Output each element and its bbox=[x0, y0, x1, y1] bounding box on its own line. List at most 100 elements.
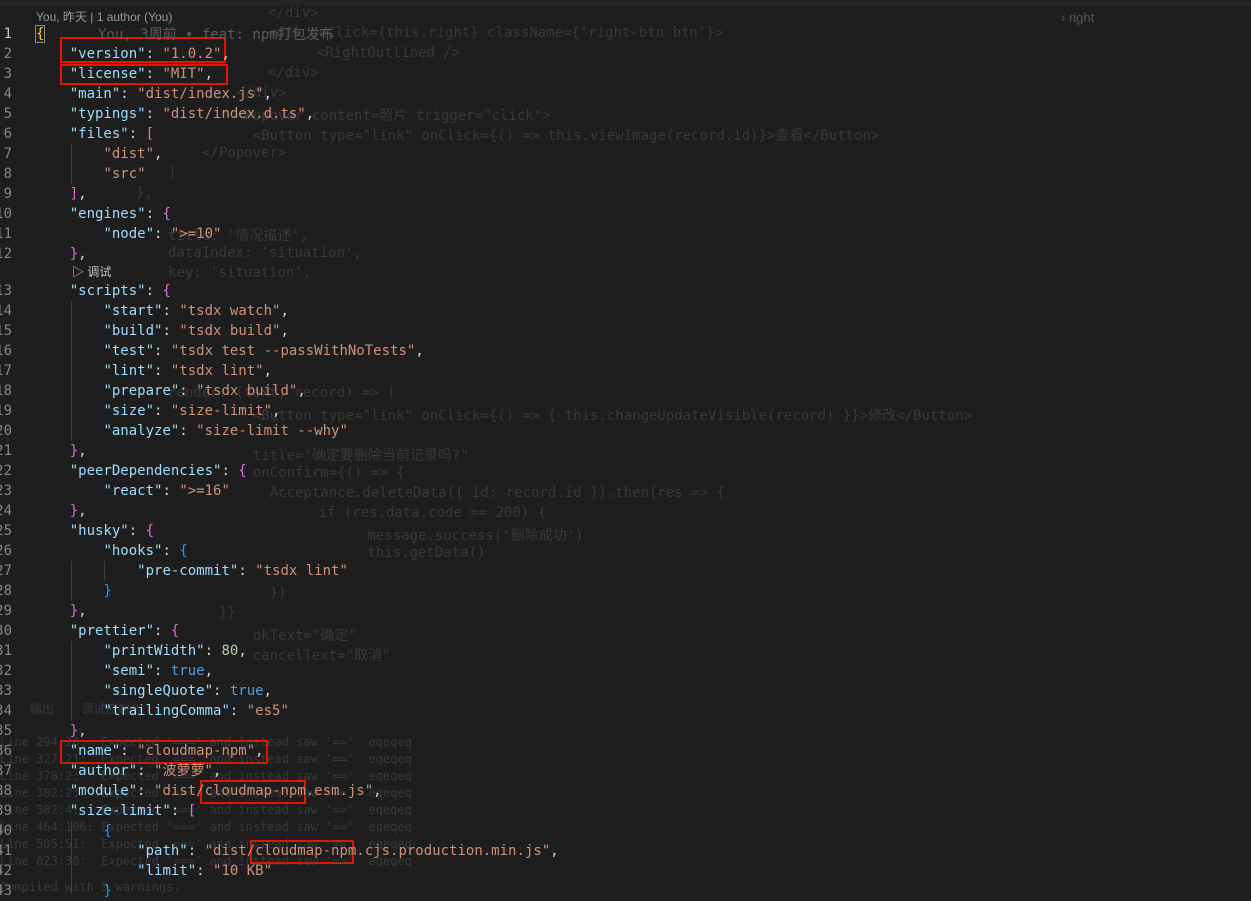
code-token: "size-limit --why" bbox=[196, 423, 348, 439]
line-number: 24 bbox=[0, 503, 12, 519]
code-token: "name" bbox=[69, 743, 121, 759]
code-text: "test": "tsdx test --passWithNoTests", bbox=[36, 341, 423, 361]
code-text: "name": "cloudmap-npm", bbox=[36, 741, 264, 761]
code-token: [ bbox=[145, 126, 155, 142]
line-number: 21 bbox=[0, 443, 12, 459]
line-number: 16 bbox=[0, 343, 12, 359]
code-text: "main": "dist/index.js", bbox=[36, 84, 272, 104]
code-token: "MIT" bbox=[162, 66, 205, 82]
line-number: 27 bbox=[0, 563, 12, 579]
code-token: "husky" bbox=[69, 523, 129, 539]
code-text: "files": [ bbox=[36, 124, 154, 144]
code-text: }, bbox=[36, 721, 87, 741]
code-token: "tsdx watch" bbox=[179, 303, 281, 319]
line-number: 33 bbox=[0, 683, 12, 699]
code-token: : bbox=[162, 483, 180, 499]
code-token: "1.0.2" bbox=[162, 46, 222, 62]
code-token: "singleQuote" bbox=[103, 683, 214, 699]
code-text: }, bbox=[36, 601, 87, 621]
code-token: : bbox=[187, 843, 205, 859]
codelens-debug[interactable]: ▷ 调试 bbox=[0, 264, 1251, 281]
code-line: 1{ bbox=[0, 24, 1251, 44]
code-token: : bbox=[145, 106, 163, 122]
line-number: 4 bbox=[3, 86, 12, 102]
code-text: "trailingComma": "es5" bbox=[36, 701, 288, 721]
code-line: 16 "test": "tsdx test --passWithNoTests"… bbox=[0, 341, 1251, 361]
line-number: 25 bbox=[0, 523, 12, 539]
code-token: "lint" bbox=[103, 363, 155, 379]
line-number: 39 bbox=[0, 803, 12, 819]
code-text: "typings": "dist/index.d.ts", bbox=[36, 104, 314, 124]
line-number: 41 bbox=[0, 843, 12, 859]
code-line: 42 "limit": "10 KB" bbox=[0, 861, 1251, 881]
code-text: "version": "1.0.2", bbox=[36, 44, 230, 64]
code-token: { bbox=[238, 463, 247, 479]
code-line: 38 "module": "dist/cloudmap-npm.esm.js", bbox=[0, 781, 1251, 801]
line-number: 2 bbox=[3, 46, 12, 62]
chevron-right-icon: › bbox=[1061, 10, 1066, 25]
line-number: 7 bbox=[3, 146, 12, 162]
code-token: "start" bbox=[103, 303, 163, 319]
code-token: "node" bbox=[103, 226, 155, 242]
code-text: "prettier": { bbox=[36, 621, 180, 641]
code-text: }, bbox=[36, 244, 87, 264]
line-number: 40 bbox=[0, 823, 12, 839]
line-number: 31 bbox=[0, 643, 12, 659]
code-token: , bbox=[78, 443, 87, 459]
code-line: 29 }, bbox=[0, 601, 1251, 621]
code-line: 24 }, bbox=[0, 501, 1251, 521]
code-text: "src" bbox=[36, 164, 145, 184]
code-token: { bbox=[103, 823, 112, 839]
line-number: 18 bbox=[0, 383, 12, 399]
line-number: 1 bbox=[3, 26, 12, 42]
code-line: 23 "react": ">=16" bbox=[0, 481, 1251, 501]
code-token: : bbox=[154, 363, 171, 379]
code-token: } bbox=[103, 883, 112, 899]
code-token: , bbox=[263, 683, 273, 699]
code-line: 34 "trailingComma": "es5" bbox=[0, 701, 1251, 721]
line-number: 28 bbox=[0, 583, 12, 599]
code-token: true bbox=[229, 683, 264, 699]
code-editor[interactable]: 1{2 "version": "1.0.2", 3 "license": "MIT… bbox=[0, 24, 1251, 901]
code-text: }, bbox=[36, 441, 87, 461]
code-line: 35 }, bbox=[0, 721, 1251, 741]
code-line: 26 "hooks": { bbox=[0, 541, 1251, 561]
line-number: 12 bbox=[0, 246, 12, 262]
code-token: "scripts" bbox=[69, 283, 146, 299]
code-text: }, bbox=[36, 501, 87, 521]
code-token: : bbox=[154, 623, 171, 639]
line-number: 38 bbox=[0, 783, 12, 799]
code-text: "pre-commit": "tsdx lint" bbox=[36, 561, 348, 581]
code-token: : bbox=[120, 743, 138, 759]
code-text: ], bbox=[36, 184, 87, 204]
code-line: 13 "scripts": { bbox=[0, 281, 1251, 301]
code-text: "prepare": "tsdx build", bbox=[36, 381, 305, 401]
code-token: : bbox=[179, 423, 197, 439]
code-token: : bbox=[137, 763, 155, 779]
code-token: : bbox=[128, 523, 146, 539]
code-token: : bbox=[162, 303, 180, 319]
code-token: "build" bbox=[103, 323, 163, 339]
line-number: 37 bbox=[0, 763, 12, 779]
code-token: "test" bbox=[103, 343, 155, 359]
code-text: "lint": "tsdx lint", bbox=[36, 361, 272, 381]
code-token: : bbox=[162, 323, 180, 339]
code-token: "dist/cloudmap-npm.esm.js" bbox=[154, 783, 374, 799]
debug-codelens[interactable]: ▷ 调试 bbox=[72, 264, 111, 281]
code-token: { bbox=[162, 206, 171, 222]
